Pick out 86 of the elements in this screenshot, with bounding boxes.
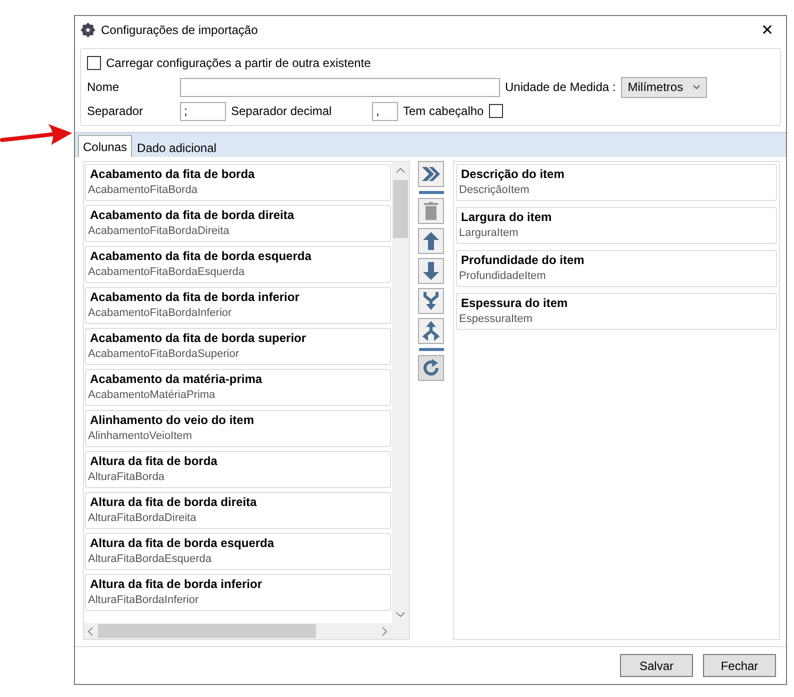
column-title: Altura da fita de borda esquerda [89,536,276,550]
column-field: AcabamentoFitaBordaDireita [88,225,388,237]
separator-field[interactable]: ; [180,102,226,120]
close-button[interactable]: ✕ [755,21,780,39]
scrollbar-thumb[interactable] [393,180,408,238]
column-title: Profundidade do item [460,253,586,267]
down-arrow-icon [423,262,439,280]
gear-icon [81,23,95,37]
checkbox[interactable] [87,56,101,70]
column-field: AcabamentoFitaBordaSuperior [88,348,388,360]
column-title: Acabamento da fita de borda direita [89,208,296,222]
checkbox-label: Carregar configurações a partir de outra existente [106,56,371,70]
column-item[interactable]: Alinhamento do veio do item AlinhamentoVeioItem [85,410,391,447]
scrollbar-thumb[interactable] [98,624,316,638]
column-item[interactable]: Altura da fita de borda esquerda AlturaFitaBordaEsquerda [85,533,391,570]
column-item[interactable]: Acabamento da fita de borda esquerda AcabamentoFitaBordaEsquerda [85,246,391,283]
column-title: Acabamento da fita de borda superior [89,331,308,345]
dialog-button[interactable]: Fechar [703,654,776,677]
column-field: AlturaFitaBordaInferior [88,594,388,606]
field-label: Tem cabeçalho [403,104,484,118]
column-field: AcabamentoFitaBorda [88,184,388,196]
column-title: Altura da fita de borda direita [89,495,258,509]
trash-icon [424,202,438,220]
column-item[interactable]: Acabamento da fita de borda direita AcabamentoFitaBordaDireita [85,205,391,242]
up-arrow-icon [423,232,439,250]
column-title: Acabamento da fita de borda inferior [89,290,300,304]
column-field: AlinhamentoVeioItem [88,430,388,442]
window-title: Configurações de importação [101,23,259,37]
horizontal-scrollbar[interactable] [84,623,409,639]
column-field: AcabamentoFitaBordaEsquerda [88,266,388,278]
up-button[interactable] [418,228,444,254]
column-item[interactable]: Altura da fita de borda AlturaFitaBorda [85,451,391,488]
column-item[interactable]: Largura do item LarguraItem [456,207,777,244]
chevron-left-icon [88,627,93,636]
decimal-separator-field[interactable]: , [372,102,398,120]
column-field: AlturaFitaBordaEsquerda [88,553,388,565]
chevron-down-icon [693,84,700,90]
column-title: Alinhamento do veio do item [89,413,256,427]
refresh-button[interactable] [418,355,444,381]
checkbox[interactable] [488,104,503,118]
column-item[interactable]: Acabamento da fita de borda superior AcabamentoFitaBordaSuperior [85,328,391,365]
column-field: AcabamentoFitaBordaInferior [88,307,388,319]
column-field: EspessuraItem [459,313,774,325]
tab[interactable]: Colunas [78,135,132,157]
chevron-up-icon [396,168,405,173]
down-button[interactable] [418,258,444,284]
column-field: DescriçãoItem [459,184,774,196]
column-item[interactable]: Acabamento da matéria-prima AcabamentoMatériaPrima [85,369,391,406]
column-title: Acabamento da matéria-prima [89,372,264,386]
chevron-right-icon [382,627,387,636]
column-item[interactable]: Descrição do item DescriçãoItem [456,164,777,201]
column-field: AcabamentoMatériaPrima [88,389,388,401]
column-item[interactable]: Acabamento da fita de borda AcabamentoFitaBorda [85,164,391,201]
field-label: Separador decimal [231,104,333,118]
name-field[interactable] [180,78,500,96]
column-title: Espessura do item [460,296,569,310]
split-icon [422,321,440,341]
field-label: Separador [87,104,144,118]
column-field: ProfundidadeItem [459,270,774,282]
merge-button[interactable] [418,288,444,314]
vertical-scrollbar[interactable] [392,162,409,623]
column-field: AlturaFitaBorda [88,471,388,483]
column-title: Altura da fita de borda [89,454,218,468]
column-title: Acabamento da fita de borda [89,167,256,181]
split-button[interactable] [418,318,444,344]
column-item[interactable]: Altura da fita de borda inferior AlturaFitaBordaInferior [85,574,391,611]
dialog-button[interactable]: Salvar [620,654,693,677]
refresh-icon [422,359,440,377]
column-title: Largura do item [460,210,553,224]
column-title: Descrição do item [460,167,566,181]
column-item[interactable]: Acabamento da fita de borda inferior AcabamentoFitaBordaInferior [85,287,391,324]
column-field: LarguraItem [459,227,774,239]
column-field: AlturaFitaBordaDireita [88,512,388,524]
column-item[interactable]: Profundidade do item ProfundidadeItem [456,250,777,287]
field-label: Nome [87,80,120,94]
column-title: Altura da fita de borda inferior [89,577,264,591]
column-item[interactable]: Espessura do item EspessuraItem [456,293,777,330]
unit-dropdown[interactable]: Milímetros [620,76,708,98]
double-chevron-icon [421,166,441,182]
tab[interactable]: Dado adicional [132,137,222,157]
add-button[interactable] [418,161,444,187]
merge-icon [422,291,440,311]
column-item[interactable]: Altura da fita de borda direita AlturaFitaBordaDireita [85,492,391,529]
chevron-down-icon [396,612,405,617]
field-label: Unidade de Medida : [505,80,616,94]
column-title: Acabamento da fita de borda esquerda [89,249,312,263]
